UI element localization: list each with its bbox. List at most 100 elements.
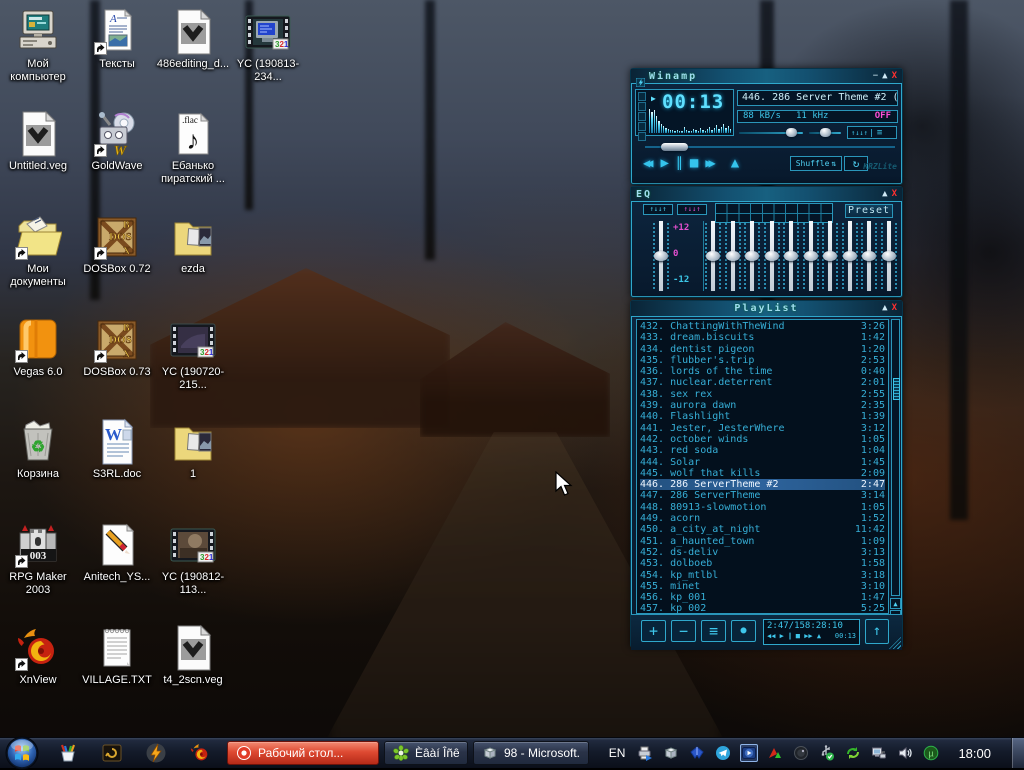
eq-band-slider-9[interactable] [861, 221, 877, 291]
playlist-toggle-button[interactable]: ≡ [872, 128, 888, 138]
desktop-icon-word[interactable]: WS3RL.doc [79, 418, 155, 481]
playlist-item[interactable]: 444. Solar1:45 [640, 457, 885, 468]
playlist-item[interactable]: 434. dentist pigeon1:20 [640, 344, 885, 355]
eq-band-slider-6[interactable] [803, 221, 819, 291]
stop-button[interactable]: ■ [690, 154, 698, 172]
eq-band-slider-2[interactable] [725, 221, 741, 291]
desktop-icon-veg[interactable]: 486editing_d... [155, 8, 231, 71]
desktop-icon-folder-docs[interactable]: Мои документы [0, 213, 76, 289]
network-icon[interactable] [870, 744, 888, 762]
telegram-icon[interactable] [714, 744, 732, 762]
desktop-icon-flac[interactable]: .flac♪Ебанько пиратский ... [155, 110, 231, 186]
desktop-icon-goldwave[interactable]: WGoldWave [79, 110, 155, 173]
playlist-item[interactable]: 457. kp_0025:25 [640, 603, 885, 614]
slider-knob[interactable] [843, 251, 857, 261]
eq-band-slider-10[interactable] [881, 221, 897, 291]
playlist-item[interactable]: 451. a_haunted_town1:09 [640, 536, 885, 547]
media-player-icon[interactable] [740, 744, 758, 762]
balance-slider[interactable] [809, 128, 841, 137]
misc-button[interactable]: ● [731, 620, 756, 642]
desktop-icon-pencil-doc[interactable]: Anitech_YS... [79, 521, 155, 584]
playlist-item[interactable]: 446. 286 ServerTheme #22:47 [640, 479, 885, 490]
spectrum-analyzer[interactable] [649, 111, 731, 133]
minimize-button[interactable]: − [873, 70, 878, 83]
time-display[interactable]: 00:13 [662, 91, 724, 113]
playlist-item[interactable]: 438. sex rex2:55 [640, 389, 885, 400]
eq-playlist-toggle[interactable]: ↑↓↓↑ ≡ [847, 126, 897, 139]
slider-knob[interactable] [726, 251, 740, 261]
desktop-icon-doc-image[interactable]: AТексты [79, 8, 155, 71]
playlist-item[interactable]: 442. october winds1:05 [640, 434, 885, 445]
winamp-icon[interactable] [145, 742, 167, 764]
playlist-item[interactable]: 447. 286 ServerTheme3:14 [640, 490, 885, 501]
desktop-icon-recycle[interactable]: ♻Корзина [0, 418, 76, 481]
desktop-icon-veg[interactable]: Untitled.veg [0, 110, 76, 173]
mini-transport-icons[interactable]: ◀◀ ▶ ∥ ■ ▶▶ ▲ [767, 632, 821, 640]
volume-knob-icon[interactable] [792, 744, 810, 762]
volume-slider[interactable] [739, 128, 803, 137]
vpc-icon[interactable] [662, 744, 680, 762]
close-button[interactable]: X [892, 302, 897, 315]
shade-button[interactable]: ▲ [882, 302, 887, 315]
eq-auto-button[interactable]: ↑↓↓↑ [677, 204, 707, 215]
seek-bar[interactable] [645, 143, 895, 152]
printer-icon[interactable] [636, 744, 654, 762]
playlist-item[interactable]: 453. dolboeb1:58 [640, 558, 885, 569]
playlist-item[interactable]: 455. minet3:10 [640, 581, 885, 592]
scrollbar-thumb[interactable] [893, 378, 900, 400]
desktop-icon-folder-pics[interactable]: 1 [155, 418, 231, 481]
preset-button[interactable]: Preset [845, 204, 893, 218]
traffic-monitor-icon[interactable] [766, 744, 784, 762]
playlist-item[interactable]: 450. a_city_at_night11:42 [640, 524, 885, 535]
playlist-item[interactable]: 439. aurora dawn2:35 [640, 400, 885, 411]
show-desktop-button[interactable] [1011, 738, 1024, 768]
desktop-icon-video-crt[interactable]: 321YC (190813-234... [230, 8, 306, 84]
playlist-item[interactable]: 440. Flashlight1:39 [640, 411, 885, 422]
previous-button[interactable]: ◀◀ [643, 154, 653, 172]
speaker-icon[interactable] [896, 744, 914, 762]
remove-track-button[interactable]: − [671, 620, 696, 642]
scroll-up-button[interactable]: ▲ [890, 598, 901, 609]
shade-button[interactable]: ▲ [882, 188, 887, 201]
eq-toggle-button[interactable]: ↑↓↓↑ [848, 129, 872, 137]
seek-thumb[interactable] [661, 143, 688, 151]
desktop-icon-vegas[interactable]: Vegas 6.0 [0, 316, 76, 379]
playlist-item[interactable]: 452. ds-deliv3:13 [640, 547, 885, 558]
desktop-icon-video-dark[interactable]: 321YC (190720-215... [155, 316, 231, 392]
slider-knob[interactable] [706, 251, 720, 261]
playlist-item[interactable]: 441. Jester, JesterWhere3:12 [640, 423, 885, 434]
selection-button[interactable]: ≡ [701, 620, 726, 642]
usb-safely-remove-icon[interactable] [818, 744, 836, 762]
shuffle-button[interactable]: Shuffle ⇅ [790, 156, 842, 171]
playlist-item[interactable]: 445. wolf that kills2:09 [640, 468, 885, 479]
utorrent-icon[interactable]: µ [922, 744, 940, 762]
desktop-icon-txt[interactable]: VILLAGE.TXT [79, 624, 155, 687]
eq-band-slider-4[interactable] [764, 221, 780, 291]
task-button[interactable]: Èâàí Îñêîëêà - ... [384, 741, 468, 765]
slider-knob[interactable] [784, 251, 798, 261]
desktop-icon-dosbox[interactable]: DOSBXDOSBox 0.72 [79, 213, 155, 276]
slider-knob[interactable] [862, 251, 876, 261]
winamp-main-titlebar[interactable]: Winamp − ▲ X [631, 69, 902, 84]
language-indicator[interactable]: EN [609, 746, 626, 760]
next-button[interactable]: ▶▶ [705, 154, 715, 172]
xnview-icon[interactable] [189, 742, 211, 764]
desktop-icon-xnview[interactable]: XnView [0, 624, 76, 687]
pause-button[interactable]: ∥ [676, 154, 683, 172]
taskbar-clock[interactable]: 18:00 [958, 746, 991, 761]
pencil-cup-icon[interactable] [57, 742, 79, 764]
playlist-item[interactable]: 454. kp_mtlbl3:18 [640, 570, 885, 581]
task-button[interactable]: 98 - Microsoft... [473, 741, 589, 765]
resize-grip[interactable] [889, 637, 901, 649]
playlist-item[interactable]: 437. nuclear.deterrent2:01 [640, 377, 885, 388]
balance-knob[interactable] [820, 128, 831, 137]
playlist-item[interactable]: 443. red soda1:04 [640, 445, 885, 456]
slider-knob[interactable] [765, 251, 779, 261]
eq-band-slider-5[interactable] [783, 221, 799, 291]
clutterbar[interactable] [638, 92, 646, 141]
slider-knob[interactable] [823, 251, 837, 261]
playlist-item[interactable]: 448. 80913-slowmotion1:05 [640, 502, 885, 513]
eject-button[interactable]: ▲ [731, 154, 739, 172]
task-button[interactable]: Рабочий стол... [227, 741, 379, 765]
playlist-item[interactable]: 436. lords of the time0:40 [640, 366, 885, 377]
